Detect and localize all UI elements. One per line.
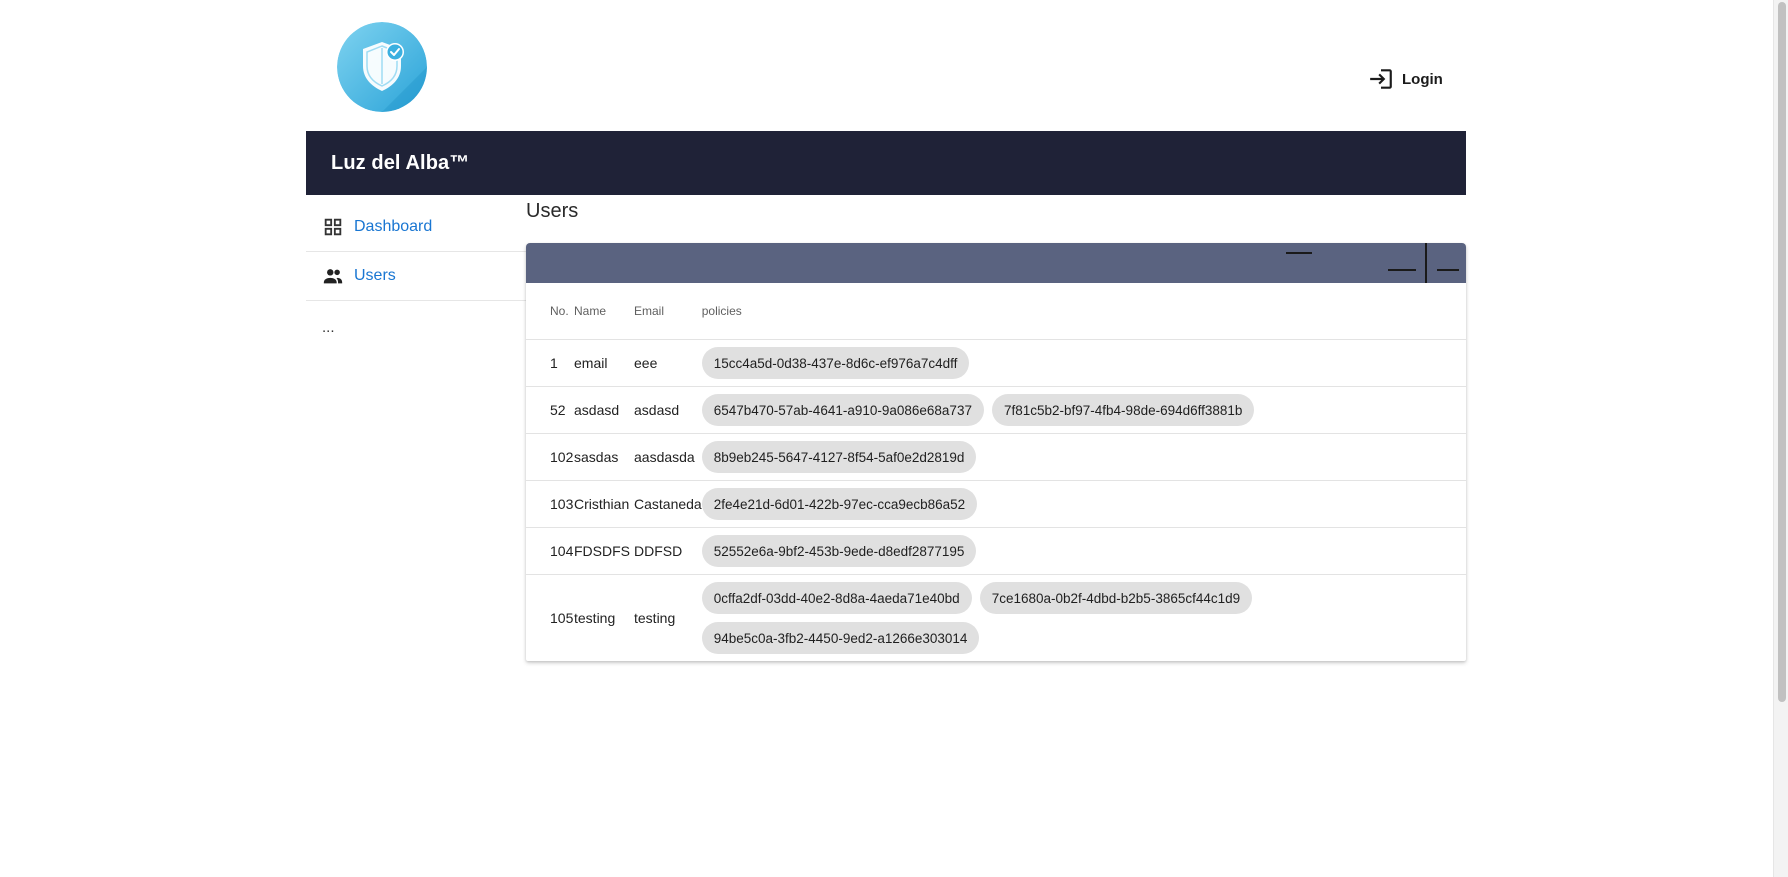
page-scrollbar[interactable] — [1773, 0, 1788, 877]
table-row[interactable]: 105 testing testing 0cffa2df-03dd-40e2-8… — [526, 575, 1466, 662]
column-header-policies[interactable]: policies — [701, 283, 1466, 340]
toolbar-dash-icon[interactable] — [1437, 269, 1459, 271]
table-header-row: No. Name Email policies — [526, 283, 1466, 340]
toolbar-divider — [1425, 243, 1427, 283]
cell-no: 105 — [550, 610, 574, 626]
cell-email: eee — [634, 339, 702, 387]
sidebar-item-label: Users — [354, 267, 396, 284]
cell-email: Castaneda — [634, 480, 702, 528]
policy-chip[interactable]: 7f81c5b2-bf97-4fb4-98de-694d6ff3881b — [991, 394, 1255, 426]
cell-policies: 0cffa2df-03dd-40e2-8d8a-4aeda71e40bd 7ce… — [701, 575, 1466, 662]
users-table-panel: No. Name Email policies 1 email eee 15cc… — [526, 243, 1466, 661]
login-icon — [1370, 69, 1392, 89]
table-row[interactable]: 103 Cristhian Castaneda 2fe4e21d-6d01-42… — [526, 480, 1466, 528]
cell-policies: 6547b470-57ab-4641-a910-9a086e68a737 7f8… — [701, 386, 1466, 434]
cell-name: asdasd — [574, 386, 634, 434]
page-title: Users — [526, 200, 579, 222]
toolbar-dash-icon[interactable] — [1286, 252, 1312, 254]
cell-name: Cristhian — [574, 480, 634, 528]
cell-name: FDSDFS — [574, 527, 634, 575]
users-icon — [323, 269, 343, 284]
cell-no: 103 — [526, 480, 574, 528]
policy-chip[interactable]: 0cffa2df-03dd-40e2-8d8a-4aeda71e40bd — [701, 582, 972, 614]
shield-check-logo-icon — [337, 22, 427, 112]
cell-policies: 15cc4a5d-0d38-437e-8d6c-ef976a7c4dff — [701, 339, 1466, 387]
cell-name: email — [574, 339, 634, 387]
cell-no: 52 — [526, 386, 574, 434]
policy-chip[interactable]: 8b9eb245-5647-4127-8f54-5af0e2d2819d — [701, 441, 977, 473]
cell-email: testing — [634, 610, 676, 626]
cell-email: aasdasda — [634, 433, 702, 481]
cell-email: asdasd — [634, 386, 702, 434]
table-row[interactable]: 1 email eee 15cc4a5d-0d38-437e-8d6c-ef97… — [526, 339, 1466, 387]
sidebar-more[interactable]: ... — [306, 301, 526, 336]
table-row[interactable]: 104 FDSDFS DDFSD 52552e6a-9bf2-453b-9ede… — [526, 527, 1466, 575]
app-logo — [337, 22, 427, 112]
sidebar-item-users[interactable]: Users — [306, 252, 526, 301]
policy-chip[interactable]: 52552e6a-9bf2-453b-9ede-d8edf2877195 — [701, 535, 977, 567]
cell-policies: 2fe4e21d-6d01-422b-97ec-cca9ecb86a52 — [701, 480, 1466, 528]
column-header-no[interactable]: No. — [526, 283, 574, 340]
brand-title: Luz del Alba™ — [331, 151, 470, 174]
cell-name: testing — [574, 610, 616, 626]
sidebar: Dashboard Users ... — [306, 203, 526, 336]
cell-policies: 8b9eb245-5647-4127-8f54-5af0e2d2819d — [701, 433, 1466, 481]
column-header-email[interactable]: Email — [634, 283, 702, 340]
cell-no: 102 — [526, 433, 574, 481]
policy-chip[interactable]: 6547b470-57ab-4641-a910-9a086e68a737 — [701, 394, 984, 426]
cell-name: sasdas — [574, 433, 634, 481]
toolbar-dash-icon[interactable] — [1388, 269, 1416, 271]
cell-no: 104 — [526, 527, 574, 575]
login-button[interactable]: Login — [1360, 64, 1451, 94]
cell-policies: 52552e6a-9bf2-453b-9ede-d8edf2877195 — [701, 527, 1466, 575]
policy-chip[interactable]: 7ce1680a-0b2f-4dbd-b2b5-3865cf44c1d9 — [979, 582, 1253, 614]
table-row[interactable]: 52 asdasd asdasd 6547b470-57ab-4641-a910… — [526, 386, 1466, 434]
table-row[interactable]: 102 sasdas aasdasda 8b9eb245-5647-4127-8… — [526, 433, 1466, 481]
dashboard-icon — [324, 218, 342, 236]
login-label: Login — [1402, 70, 1443, 88]
scrollbar-thumb[interactable] — [1778, 2, 1786, 702]
cell-email: DDFSD — [634, 527, 702, 575]
column-header-name[interactable]: Name — [574, 283, 634, 340]
sidebar-item-label: Dashboard — [354, 218, 433, 235]
table-toolbar — [526, 243, 1466, 283]
policy-chip[interactable]: 2fe4e21d-6d01-422b-97ec-cca9ecb86a52 — [701, 488, 978, 520]
sidebar-item-dashboard[interactable]: Dashboard — [306, 203, 526, 252]
policy-chip[interactable]: 94be5c0a-3fb2-4450-9ed2-a1266e303014 — [701, 622, 980, 654]
policy-chip[interactable]: 15cc4a5d-0d38-437e-8d6c-ef976a7c4dff — [701, 347, 970, 379]
cell-no: 1 — [526, 339, 574, 387]
users-table: No. Name Email policies 1 email eee 15cc… — [526, 283, 1466, 661]
app-header: Luz del Alba™ — [306, 131, 1466, 195]
